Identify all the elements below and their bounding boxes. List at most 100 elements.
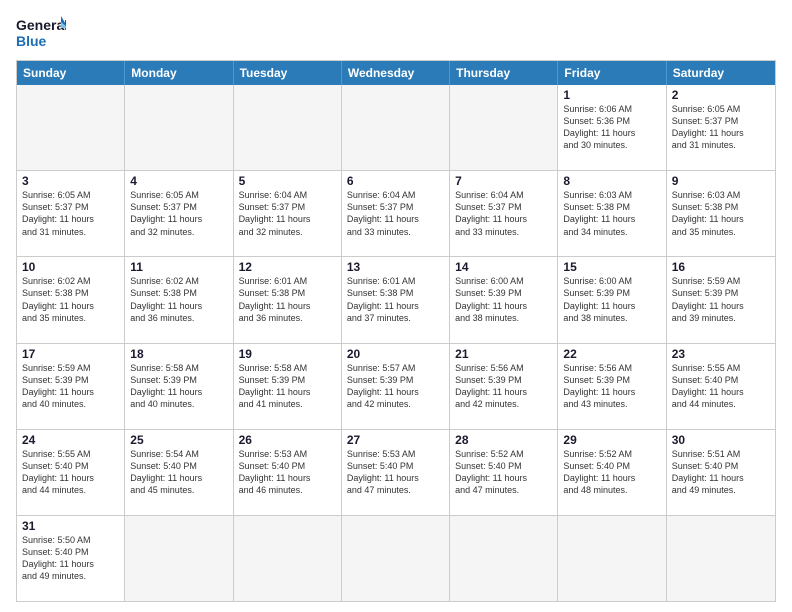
daylight-text-2: and 48 minutes. <box>563 484 660 496</box>
sunrise-text: Sunrise: 6:01 AM <box>239 275 336 287</box>
calendar-cell: 30Sunrise: 5:51 AMSunset: 5:40 PMDayligh… <box>667 430 775 515</box>
day-number: 22 <box>563 347 660 361</box>
daylight-text: Daylight: 11 hours <box>22 472 119 484</box>
day-number: 8 <box>563 174 660 188</box>
day-number: 15 <box>563 260 660 274</box>
daylight-text-2: and 40 minutes. <box>130 398 227 410</box>
sunset-text: Sunset: 5:38 PM <box>563 201 660 213</box>
daylight-text: Daylight: 11 hours <box>239 472 336 484</box>
calendar-cell <box>17 85 125 170</box>
calendar-cell <box>450 85 558 170</box>
calendar-cell <box>450 516 558 601</box>
day-number: 23 <box>672 347 770 361</box>
sunrise-text: Sunrise: 6:05 AM <box>672 103 770 115</box>
calendar-row: 1Sunrise: 6:06 AMSunset: 5:36 PMDaylight… <box>17 85 775 171</box>
daylight-text-2: and 46 minutes. <box>239 484 336 496</box>
calendar-cell: 24Sunrise: 5:55 AMSunset: 5:40 PMDayligh… <box>17 430 125 515</box>
calendar-cell <box>125 85 233 170</box>
sunset-text: Sunset: 5:37 PM <box>347 201 444 213</box>
sunrise-text: Sunrise: 6:04 AM <box>347 189 444 201</box>
calendar-row: 10Sunrise: 6:02 AMSunset: 5:38 PMDayligh… <box>17 257 775 343</box>
daylight-text-2: and 45 minutes. <box>130 484 227 496</box>
sunset-text: Sunset: 5:40 PM <box>22 546 119 558</box>
calendar: SundayMondayTuesdayWednesdayThursdayFrid… <box>16 60 776 602</box>
calendar-cell: 28Sunrise: 5:52 AMSunset: 5:40 PMDayligh… <box>450 430 558 515</box>
daylight-text: Daylight: 11 hours <box>672 300 770 312</box>
day-number: 2 <box>672 88 770 102</box>
day-number: 4 <box>130 174 227 188</box>
daylight-text: Daylight: 11 hours <box>563 300 660 312</box>
day-number: 21 <box>455 347 552 361</box>
calendar-cell: 6Sunrise: 6:04 AMSunset: 5:37 PMDaylight… <box>342 171 450 256</box>
daylight-text: Daylight: 11 hours <box>239 386 336 398</box>
calendar-row: 31Sunrise: 5:50 AMSunset: 5:40 PMDayligh… <box>17 516 775 601</box>
daylight-text-2: and 36 minutes. <box>239 312 336 324</box>
sunrise-text: Sunrise: 5:56 AM <box>563 362 660 374</box>
daylight-text: Daylight: 11 hours <box>130 213 227 225</box>
daylight-text-2: and 32 minutes. <box>239 226 336 238</box>
calendar-cell: 2Sunrise: 6:05 AMSunset: 5:37 PMDaylight… <box>667 85 775 170</box>
day-number: 1 <box>563 88 660 102</box>
daylight-text-2: and 32 minutes. <box>130 226 227 238</box>
sunrise-text: Sunrise: 5:59 AM <box>22 362 119 374</box>
sunset-text: Sunset: 5:39 PM <box>347 374 444 386</box>
daylight-text: Daylight: 11 hours <box>22 386 119 398</box>
daylight-text-2: and 41 minutes. <box>239 398 336 410</box>
daylight-text: Daylight: 11 hours <box>347 213 444 225</box>
sunrise-text: Sunrise: 6:02 AM <box>130 275 227 287</box>
sunset-text: Sunset: 5:40 PM <box>563 460 660 472</box>
sunrise-text: Sunrise: 5:57 AM <box>347 362 444 374</box>
daylight-text-2: and 33 minutes. <box>455 226 552 238</box>
sunset-text: Sunset: 5:39 PM <box>130 374 227 386</box>
sunset-text: Sunset: 5:39 PM <box>672 287 770 299</box>
daylight-text-2: and 40 minutes. <box>22 398 119 410</box>
daylight-text-2: and 39 minutes. <box>672 312 770 324</box>
daylight-text-2: and 33 minutes. <box>347 226 444 238</box>
sunrise-text: Sunrise: 6:04 AM <box>455 189 552 201</box>
sunrise-text: Sunrise: 6:05 AM <box>130 189 227 201</box>
calendar-header-cell: Wednesday <box>342 61 450 85</box>
calendar-cell: 8Sunrise: 6:03 AMSunset: 5:38 PMDaylight… <box>558 171 666 256</box>
daylight-text-2: and 49 minutes. <box>22 570 119 582</box>
daylight-text-2: and 38 minutes. <box>455 312 552 324</box>
calendar-cell: 4Sunrise: 6:05 AMSunset: 5:37 PMDaylight… <box>125 171 233 256</box>
calendar-cell: 1Sunrise: 6:06 AMSunset: 5:36 PMDaylight… <box>558 85 666 170</box>
calendar-cell: 16Sunrise: 5:59 AMSunset: 5:39 PMDayligh… <box>667 257 775 342</box>
calendar-cell: 9Sunrise: 6:03 AMSunset: 5:38 PMDaylight… <box>667 171 775 256</box>
sunrise-text: Sunrise: 5:53 AM <box>239 448 336 460</box>
daylight-text: Daylight: 11 hours <box>239 213 336 225</box>
daylight-text: Daylight: 11 hours <box>455 386 552 398</box>
calendar-row: 17Sunrise: 5:59 AMSunset: 5:39 PMDayligh… <box>17 344 775 430</box>
day-number: 5 <box>239 174 336 188</box>
calendar-cell: 31Sunrise: 5:50 AMSunset: 5:40 PMDayligh… <box>17 516 125 601</box>
daylight-text: Daylight: 11 hours <box>22 213 119 225</box>
daylight-text: Daylight: 11 hours <box>672 213 770 225</box>
calendar-cell: 26Sunrise: 5:53 AMSunset: 5:40 PMDayligh… <box>234 430 342 515</box>
daylight-text: Daylight: 11 hours <box>672 127 770 139</box>
logo-svg: General Blue <box>16 12 66 54</box>
calendar-header-cell: Sunday <box>17 61 125 85</box>
calendar-cell: 11Sunrise: 6:02 AMSunset: 5:38 PMDayligh… <box>125 257 233 342</box>
daylight-text-2: and 31 minutes. <box>22 226 119 238</box>
sunset-text: Sunset: 5:39 PM <box>455 287 552 299</box>
sunset-text: Sunset: 5:40 PM <box>22 460 119 472</box>
calendar-cell: 22Sunrise: 5:56 AMSunset: 5:39 PMDayligh… <box>558 344 666 429</box>
daylight-text: Daylight: 11 hours <box>347 386 444 398</box>
calendar-header-cell: Thursday <box>450 61 558 85</box>
sunset-text: Sunset: 5:37 PM <box>130 201 227 213</box>
sunrise-text: Sunrise: 5:58 AM <box>130 362 227 374</box>
day-number: 17 <box>22 347 119 361</box>
calendar-cell: 17Sunrise: 5:59 AMSunset: 5:39 PMDayligh… <box>17 344 125 429</box>
calendar-header-cell: Monday <box>125 61 233 85</box>
sunrise-text: Sunrise: 6:00 AM <box>563 275 660 287</box>
calendar-header-cell: Friday <box>558 61 666 85</box>
sunset-text: Sunset: 5:38 PM <box>672 201 770 213</box>
day-number: 18 <box>130 347 227 361</box>
sunset-text: Sunset: 5:40 PM <box>672 460 770 472</box>
calendar-cell: 25Sunrise: 5:54 AMSunset: 5:40 PMDayligh… <box>125 430 233 515</box>
sunset-text: Sunset: 5:40 PM <box>239 460 336 472</box>
day-number: 14 <box>455 260 552 274</box>
daylight-text: Daylight: 11 hours <box>347 472 444 484</box>
page: General Blue SundayMondayTuesdayWednesda… <box>0 0 792 612</box>
daylight-text: Daylight: 11 hours <box>130 300 227 312</box>
